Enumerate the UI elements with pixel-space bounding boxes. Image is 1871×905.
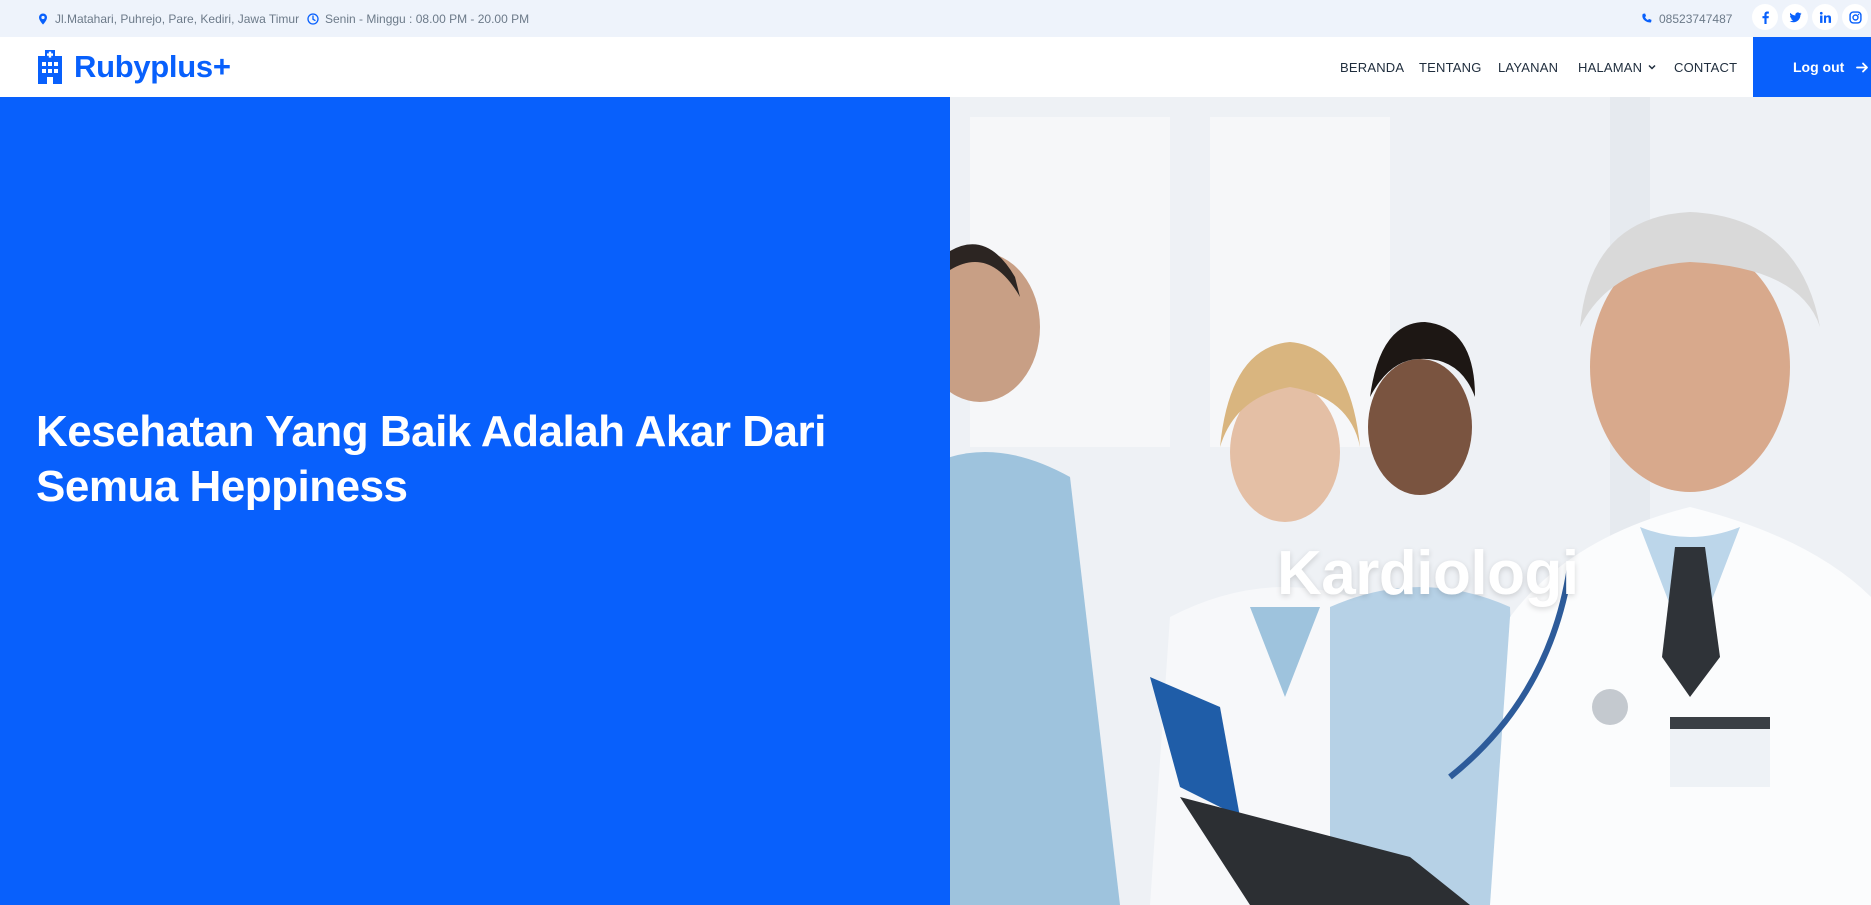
nav-item-layanan[interactable]: LAYANAN [1498, 37, 1558, 97]
hero-caption: Kardiologi [1277, 539, 1579, 608]
arrow-right-icon [1856, 62, 1869, 72]
facebook-icon[interactable] [1752, 4, 1778, 30]
hospital-building-icon [38, 50, 62, 84]
brand-name: Rubyplus+ [74, 49, 231, 84]
logout-label: Log out [1793, 59, 1845, 75]
linkedin-icon[interactable] [1812, 4, 1838, 30]
nav-item-tentang[interactable]: TENTANG [1419, 37, 1482, 97]
main-navbar: Rubyplus+ BERANDA TENTANG LAYANAN HALAMA… [0, 37, 1871, 97]
nav-item-beranda[interactable]: BERANDA [1340, 37, 1404, 97]
chevron-down-icon [1648, 64, 1656, 70]
twitter-icon[interactable] [1782, 4, 1808, 30]
address-text: Jl.Matahari, Puhrejo, Pare, Kediri, Jawa… [55, 11, 300, 26]
hero-image [950, 97, 1871, 905]
hero-title: Kesehatan Yang Baik Adalah Akar Dari Sem… [36, 407, 826, 511]
phone-text: 08523747487 [1659, 11, 1733, 26]
brand-logo[interactable]: Rubyplus+ [36, 49, 231, 85]
hours-info: Senin - Minggu : 08.00 PM - 20.00 PM [306, 0, 529, 37]
address-info: Jl.Matahari, Puhrejo, Pare, Kediri, Jawa… [36, 0, 299, 37]
logout-button[interactable]: Log out [1753, 37, 1871, 97]
map-pin-icon [36, 12, 49, 25]
top-info-bar: Jl.Matahari, Puhrejo, Pare, Kediri, Jawa… [0, 0, 1871, 37]
clock-icon [306, 12, 319, 25]
phone-info[interactable]: 08523747487 [1640, 0, 1732, 37]
nav-item-halaman[interactable]: HALAMAN [1578, 37, 1656, 97]
nav-item-contact[interactable]: CONTACT [1674, 37, 1737, 97]
doctors-photo [950, 97, 1871, 905]
nav-item-halaman-label: HALAMAN [1578, 59, 1643, 75]
instagram-icon[interactable] [1842, 4, 1868, 30]
phone-icon [1640, 12, 1653, 25]
hours-text: Senin - Minggu : 08.00 PM - 20.00 PM [325, 11, 530, 26]
social-links [1752, 4, 1868, 30]
